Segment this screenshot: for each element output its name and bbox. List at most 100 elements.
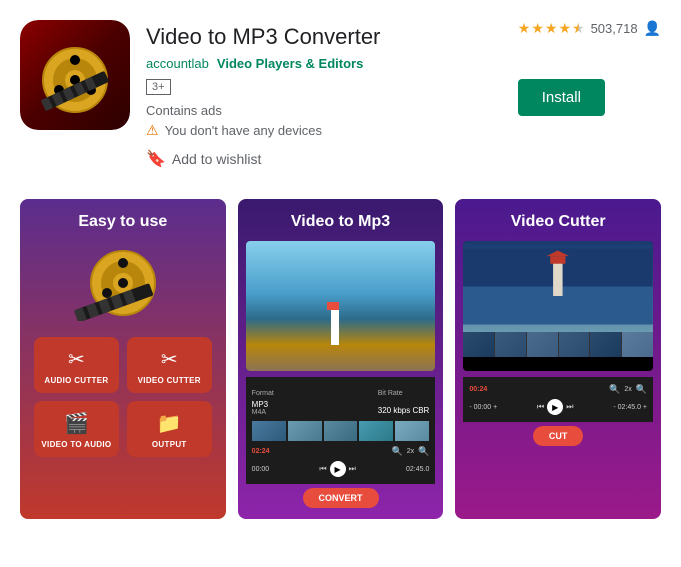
video-preview-2 (246, 241, 436, 371)
star-half: ★ (572, 20, 585, 37)
lighthouse-bg-3 (463, 241, 653, 332)
zoom-in-icon: 🔍 (392, 446, 403, 457)
zoom-level: 2x (407, 448, 414, 455)
category-tag[interactable]: Video Players & Editors (217, 56, 363, 71)
developer-name[interactable]: accountlab (146, 56, 209, 71)
wishlist-icon: 🔖 (146, 149, 166, 169)
cutter-zoom-controls: 🔍 2x 🔍 (609, 384, 647, 395)
rating-row: ★ ★ ★ ★ ★ 503,718 👤 (518, 20, 661, 37)
play-btns-3: ⏮ ▶ ⏭ (537, 399, 573, 415)
star-rating: ★ ★ ★ ★ ★ (518, 20, 585, 37)
video-cutter-icon: ✂ (161, 347, 178, 372)
format-label: Format (252, 390, 274, 397)
screenshot-2-title: Video to Mp3 (238, 199, 444, 241)
play-btns: ⏮ ▶ ⏭ (319, 461, 355, 477)
format-m4a: M4A (252, 409, 274, 416)
app-header: Video to MP3 Converter accountlab Video … (0, 0, 681, 179)
playback-controls-2: 00:00 ⏮ ▶ ⏭ 02:45.0 (252, 459, 430, 479)
age-rating: 3+ (146, 79, 171, 95)
play-button-3: ▶ (547, 399, 563, 415)
warning-icon: ⚠ (146, 122, 159, 139)
screenshot-1: Easy to use (20, 199, 226, 519)
time-in-3: - 00:00 + (469, 404, 497, 411)
star-2: ★ (531, 20, 544, 37)
age-badge: 3+ (146, 77, 502, 103)
video-to-audio-icon: 🎬 (64, 411, 89, 436)
video-preview-3 (463, 241, 653, 371)
screenshots-section: Easy to use (0, 179, 681, 539)
video-to-audio-label: VIDEO TO AUDIO (41, 440, 111, 449)
output-label: OUTPUT (152, 440, 187, 449)
ff-5 (590, 332, 621, 357)
audio-cutter-label: AUDIO CUTTER (44, 376, 108, 385)
wishlist-label: Add to wishlist (172, 151, 261, 167)
film-strip-3 (463, 332, 653, 357)
video-cutter-btn: ✂ VIDEO CUTTER (127, 337, 212, 393)
cut-button[interactable]: CUT (533, 426, 584, 446)
screenshot-1-title: Easy to use (20, 199, 226, 241)
warning-text: You don't have any devices (165, 123, 322, 138)
ff-1 (463, 332, 494, 357)
skip-back-icon-3: ⏮ (537, 402, 544, 412)
star-4: ★ (558, 20, 571, 37)
ff-4 (559, 332, 590, 357)
time-marker: 02:24 (252, 448, 270, 455)
star-3: ★ (545, 20, 558, 37)
skip-back-icon: ⏮ (319, 464, 326, 474)
frame-3 (324, 421, 358, 441)
cutter-time-marker: 00:24 (469, 386, 487, 393)
screenshot-2-content: Format MP3 M4A Bit Rate 320 kbps CBR (238, 241, 444, 508)
zoom-controls: 🔍 2x 🔍 (392, 446, 430, 457)
contains-ads-label: Contains ads (146, 103, 502, 118)
bitrate-label: Bit Rate (378, 390, 403, 397)
convert-button[interactable]: CONVERT (303, 488, 379, 508)
star-1: ★ (518, 20, 531, 37)
install-button[interactable]: Install (518, 79, 605, 116)
audio-cutter-btn: ✂ AUDIO CUTTER (34, 337, 119, 393)
time-end-2: 02:45.0 (406, 466, 429, 473)
screenshot-3-title: Video Cutter (455, 199, 661, 241)
app-info-section: Video to MP3 Converter accountlab Video … (146, 20, 502, 169)
playback-controls-3: - 00:00 + ⏮ ▶ ⏭ - 02:45.0 + (469, 397, 647, 417)
lighthouse-top (327, 302, 339, 310)
screenshot-3-content: 00:24 🔍 2x 🔍 - 00:00 + ⏮ ▶ ⏭ (455, 241, 661, 446)
cutter-controls: 00:24 🔍 2x 🔍 - 00:00 + ⏮ ▶ ⏭ (463, 377, 653, 422)
warning-row: ⚠ You don't have any devices (146, 122, 502, 139)
zoom-out-icon: 🔍 (418, 446, 429, 457)
cutter-zoom-row: 00:24 🔍 2x 🔍 (469, 382, 647, 397)
timeline-strip (252, 421, 430, 441)
cutter-zoom-level: 2x (624, 386, 631, 393)
film-reel (63, 241, 183, 321)
bitrate-value: 320 kbps CBR (378, 406, 430, 415)
cutter-zoom-out-icon: 🔍 (636, 384, 647, 395)
mp3-controls: Format MP3 M4A Bit Rate 320 kbps CBR (246, 377, 436, 484)
frame-2 (288, 421, 322, 441)
audio-cutter-icon: ✂ (68, 347, 85, 372)
frame-4 (359, 421, 393, 441)
menu-buttons-grid: ✂ AUDIO CUTTER ✂ VIDEO CUTTER 🎬 VIDEO TO… (28, 331, 218, 463)
lighthouse-bg (246, 241, 436, 371)
ff-2 (495, 332, 526, 357)
app-icon (20, 20, 130, 130)
ff-3 (527, 332, 558, 357)
screenshot-3: Video Cutter (455, 199, 661, 519)
skip-fwd-icon-3: ⏭ (566, 402, 573, 412)
play-button-2: ▶ (330, 461, 346, 477)
time-start-2: 00:00 (252, 466, 270, 473)
frame-1 (252, 421, 286, 441)
rating-count: 503,718 (591, 21, 638, 36)
skip-fwd-icon: ⏭ (349, 464, 356, 474)
app-meta-row: accountlab Video Players & Editors (146, 56, 502, 71)
cutter-zoom-in-icon: 🔍 (609, 384, 620, 395)
right-panel: ★ ★ ★ ★ ★ 503,718 👤 Install (518, 20, 661, 116)
time-out-3: - 02:45.0 + (613, 404, 647, 411)
format-row: Format MP3 M4A Bit Rate 320 kbps CBR (252, 382, 430, 418)
output-icon: 📁 (157, 411, 182, 436)
zoom-row: 02:24 🔍 2x 🔍 (252, 444, 430, 459)
video-cutter-label: VIDEO CUTTER (138, 376, 201, 385)
wishlist-row[interactable]: 🔖 Add to wishlist (146, 149, 502, 169)
app-page: Video to MP3 Converter accountlab Video … (0, 0, 681, 539)
output-btn: 📁 OUTPUT (127, 401, 212, 457)
screenshot-2: Video to Mp3 Format MP3 (238, 199, 444, 519)
ff-6 (622, 332, 653, 357)
